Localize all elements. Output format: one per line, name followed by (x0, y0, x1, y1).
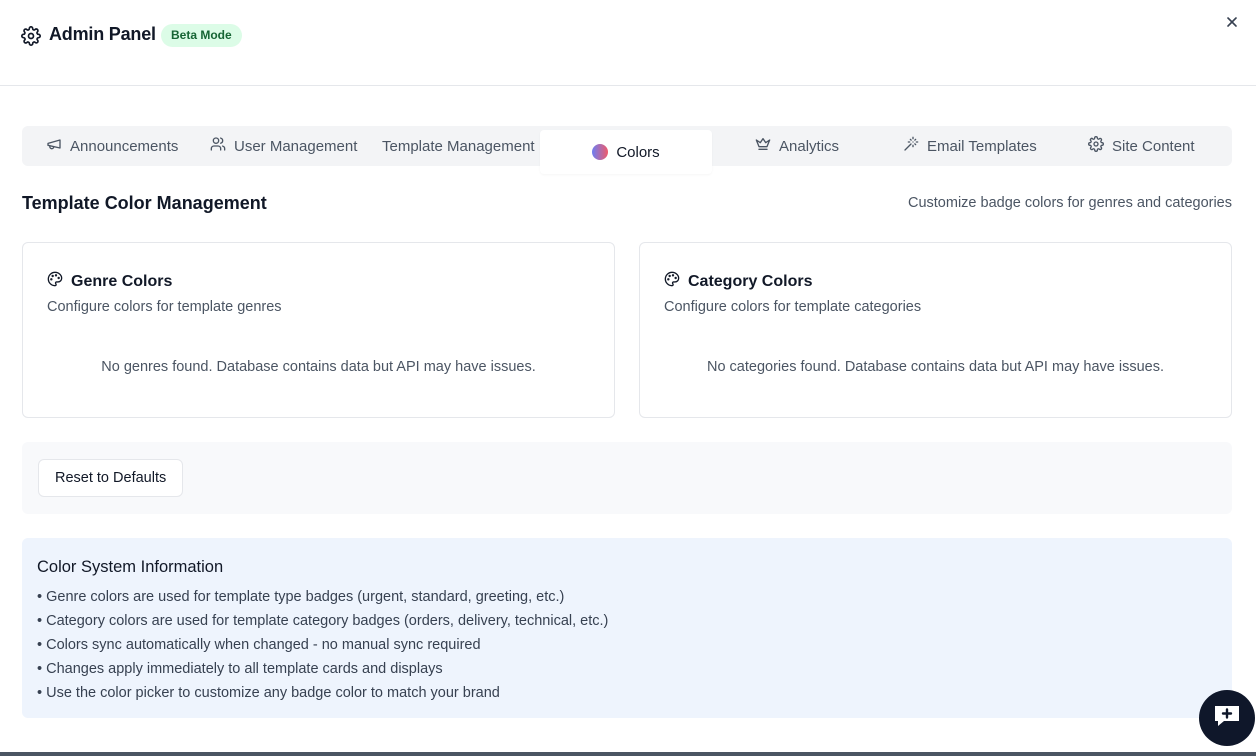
card-description: Configure colors for template genres (47, 299, 282, 315)
card-title: Genre Colors (71, 272, 173, 290)
tab-label: Announcements (70, 137, 179, 155)
beta-mode-badge: Beta Mode (161, 24, 242, 47)
gear-icon (21, 26, 41, 46)
dialog-header: Admin Panel Beta Mode (0, 0, 1256, 86)
tab-colors[interactable]: Colors (540, 130, 712, 174)
chat-button[interactable] (1199, 690, 1255, 746)
tab-email-templates[interactable]: Email Templates (903, 126, 1037, 166)
info-item: • Colors sync automatically when changed… (37, 637, 481, 653)
reset-to-defaults-button[interactable]: Reset to Defaults (38, 459, 184, 497)
section-subtitle: Customize badge colors for genres and ca… (907, 195, 1232, 211)
palette-icon (47, 271, 63, 292)
info-item: • Changes apply immediately to all templ… (37, 661, 443, 677)
window-bottom-edge (0, 752, 1256, 756)
info-item: • Use the color picker to customize any … (37, 685, 500, 701)
empty-state-message: No categories found. Database contains d… (706, 359, 1165, 375)
wand-icon (903, 136, 919, 156)
category-colors-heading: Category Colors (664, 271, 812, 292)
info-title: Color System Information (37, 558, 224, 576)
admin-tabs: Announcements User Management Template M… (22, 126, 1232, 174)
tab-template-management[interactable]: Template Management (382, 126, 535, 166)
gear-icon (1088, 136, 1104, 156)
genre-colors-card: Genre Colors Configure colors for templa… (22, 242, 615, 418)
tab-label: User Management (234, 137, 358, 155)
tab-analytics[interactable]: Analytics (755, 126, 839, 166)
page-title: Admin Panel (49, 24, 156, 44)
card-title: Category Colors (688, 272, 813, 290)
color-dot-icon (592, 144, 609, 160)
chat-icon (1212, 703, 1242, 734)
palette-icon (664, 271, 680, 292)
tab-label: Template Management (382, 137, 535, 155)
close-icon[interactable] (1222, 12, 1242, 32)
info-item: • Category colors are used for template … (37, 613, 609, 629)
crown-icon (755, 136, 771, 156)
actions-bar: Reset to Defaults (22, 442, 1232, 514)
section-title: Template Color Management (22, 193, 267, 213)
users-icon (210, 136, 226, 156)
tab-label: Site Content (1112, 137, 1195, 155)
tab-label: Analytics (779, 137, 840, 155)
card-description: Configure colors for template categories (664, 299, 922, 315)
tab-label: Colors (616, 143, 660, 161)
tab-site-content[interactable]: Site Content (1088, 126, 1195, 166)
genre-colors-heading: Genre Colors (47, 271, 172, 292)
empty-state-message: No genres found. Database contains data … (101, 359, 536, 375)
info-item: • Genre colors are used for template typ… (37, 589, 565, 605)
tab-label: Email Templates (927, 137, 1037, 155)
tab-announcements[interactable]: Announcements (46, 126, 178, 166)
info-list: • Genre colors are used for template typ… (37, 585, 608, 705)
tab-user-management[interactable]: User Management (210, 126, 357, 166)
category-colors-card: Category Colors Configure colors for tem… (639, 242, 1232, 418)
megaphone-icon (46, 136, 62, 156)
color-system-info: Color System Information • Genre colors … (22, 538, 1232, 718)
